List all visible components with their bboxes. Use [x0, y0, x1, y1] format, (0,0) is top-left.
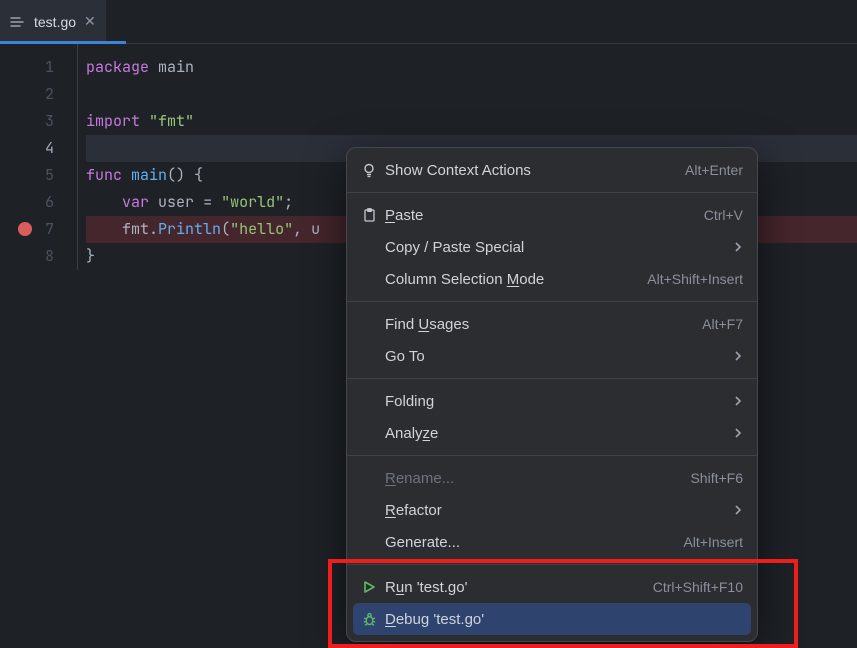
menu-separator — [347, 378, 757, 379]
menu-label: Show Context Actions — [385, 162, 679, 179]
menu-item-analyze[interactable]: Analyze — [347, 417, 757, 449]
menu-separator — [347, 301, 757, 302]
code-line: import "fmt" — [86, 108, 857, 135]
menu-shortcut: Alt+F7 — [702, 316, 743, 332]
gutter-line: 8 — [0, 243, 78, 270]
chevron-right-icon — [733, 351, 743, 361]
menu-label: Paste — [385, 207, 698, 224]
menu-item-refactor[interactable]: Refactor — [347, 494, 757, 526]
file-tab-test-go[interactable]: test.go ✕ — [0, 0, 106, 43]
menu-shortcut: Shift+F6 — [690, 470, 743, 486]
paste-icon — [359, 206, 379, 224]
menu-separator — [347, 455, 757, 456]
gutter-line: 3 — [0, 108, 78, 135]
menu-label: Run 'test.go' — [385, 579, 647, 596]
menu-label: Rename... — [385, 470, 684, 487]
menu-item-context-actions[interactable]: Show Context Actions Alt+Enter — [347, 154, 757, 186]
close-icon[interactable]: ✕ — [84, 13, 96, 30]
gutter-line: 1 — [0, 54, 78, 81]
editor-gutter: 1 2 3 4 5 6 7 8 — [0, 44, 78, 270]
code-line — [86, 81, 857, 108]
menu-label: Copy / Paste Special — [385, 239, 727, 256]
menu-shortcut: Alt+Insert — [683, 534, 743, 550]
gutter-line: 7 — [0, 216, 78, 243]
menu-label: Generate... — [385, 534, 677, 551]
menu-label: Column Selection Mode — [385, 271, 641, 288]
menu-separator — [347, 192, 757, 193]
bulb-icon — [359, 161, 379, 179]
chevron-right-icon — [733, 505, 743, 515]
menu-item-run[interactable]: Run 'test.go' Ctrl+Shift+F10 — [347, 571, 757, 603]
debug-icon — [359, 610, 379, 628]
menu-shortcut: Alt+Enter — [685, 162, 743, 178]
menu-item-goto[interactable]: Go To — [347, 340, 757, 372]
menu-shortcut: Alt+Shift+Insert — [647, 271, 743, 287]
menu-label: Folding — [385, 393, 727, 410]
chevron-right-icon — [733, 428, 743, 438]
chevron-right-icon — [733, 242, 743, 252]
code-line: package main — [86, 54, 857, 81]
menu-label: Go To — [385, 348, 727, 365]
menu-item-debug[interactable]: Debug 'test.go' — [353, 603, 751, 635]
menu-item-copy-paste-special[interactable]: Copy / Paste Special — [347, 231, 757, 263]
menu-item-generate[interactable]: Generate... Alt+Insert — [347, 526, 757, 558]
menu-label: Refactor — [385, 502, 727, 519]
gutter-line: 4 — [0, 135, 78, 162]
file-tab-label: test.go — [34, 14, 76, 30]
editor-tab-bar: test.go ✕ — [0, 0, 857, 44]
run-icon — [359, 578, 379, 596]
menu-item-folding[interactable]: Folding — [347, 385, 757, 417]
menu-item-column-selection[interactable]: Column Selection Mode Alt+Shift+Insert — [347, 263, 757, 295]
menu-item-find-usages[interactable]: Find Usages Alt+F7 — [347, 308, 757, 340]
menu-label: Analyze — [385, 425, 727, 442]
menu-shortcut: Ctrl+V — [704, 207, 743, 223]
gutter-line: 5 — [0, 162, 78, 189]
menu-item-paste[interactable]: Paste Ctrl+V — [347, 199, 757, 231]
menu-label: Debug 'test.go' — [385, 611, 743, 628]
menu-label: Find Usages — [385, 316, 696, 333]
chevron-right-icon — [733, 396, 743, 406]
menu-shortcut: Ctrl+Shift+F10 — [653, 579, 743, 595]
gutter-line: 6 — [0, 189, 78, 216]
go-file-icon — [10, 15, 26, 29]
menu-item-rename: Rename... Shift+F6 — [347, 462, 757, 494]
editor-context-menu: Show Context Actions Alt+Enter Paste Ctr… — [346, 147, 758, 642]
menu-separator — [347, 564, 757, 565]
gutter-line: 2 — [0, 81, 78, 108]
breakpoint-marker[interactable] — [18, 222, 32, 236]
